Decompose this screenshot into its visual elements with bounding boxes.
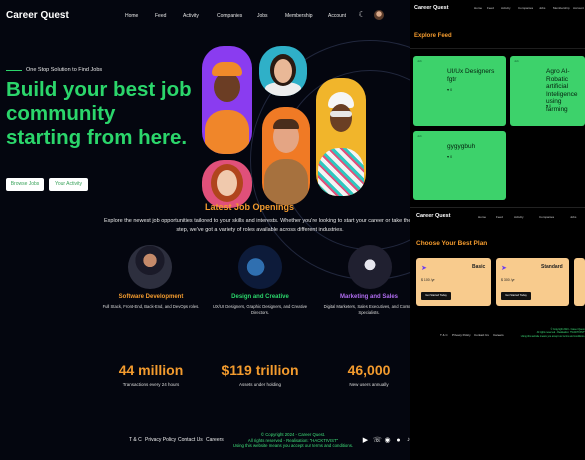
hero-photo-woman-sunglasses	[316, 78, 366, 196]
card-tag: Job	[417, 134, 422, 138]
get-started-button[interactable]: Get Started Today	[501, 292, 531, 300]
hero-photo-woman-redhead	[202, 160, 252, 208]
card-tag: Job	[514, 59, 519, 63]
plan-footer-link-terms[interactable]: T & C	[440, 333, 448, 337]
stat-label: Transactions every 24 hours	[122, 382, 180, 387]
hero-photo-man-orange-hat	[202, 46, 252, 154]
hero-title: Build your best job community starting f…	[6, 78, 192, 149]
feed-nav-jobs[interactable]: Jobs	[539, 6, 545, 10]
moon-icon[interactable]: ☾	[357, 10, 367, 20]
feed-nav-home[interactable]: Home	[474, 6, 482, 10]
plan-footer-link-privacy[interactable]: Privacy Policy	[452, 333, 471, 337]
feed-card[interactable]: Job Agro AI-Robatic artificial Inteligen…	[510, 56, 585, 126]
brand-logo[interactable]: Career Quest	[6, 10, 69, 21]
latest-jobs-description: Explore the newest job opportunities tai…	[104, 218, 416, 233]
category-description: UX/UI Designers, Graphic Designers, and …	[212, 304, 308, 315]
nav-jobs[interactable]: Jobs	[257, 13, 268, 19]
nav-account[interactable]: Account	[328, 13, 346, 19]
youtube-icon[interactable]: ▶	[362, 437, 369, 444]
plan-name: Basic	[472, 264, 486, 270]
instagram-icon[interactable]: ◉	[384, 437, 391, 444]
stat-value: 46,000	[347, 362, 391, 378]
card-likes[interactable]: ♥ 0	[447, 88, 452, 92]
plan-nav-companies[interactable]: Companies	[539, 215, 554, 219]
feed-nav-companies[interactable]: Companies	[518, 6, 533, 10]
get-started-button[interactable]: Get Started Today	[421, 292, 451, 300]
plan-nav-home[interactable]: Home	[478, 215, 486, 219]
tagline-rule	[6, 70, 22, 71]
rocket-icon: ➤	[501, 265, 507, 272]
card-likes[interactable]: ♥ 0	[546, 104, 551, 108]
explore-feed-heading: Explore Feed	[414, 33, 452, 39]
plan-card-standard: ➤ Standard $ 300 /yr Get Started Today	[496, 258, 569, 306]
like-count: 0	[549, 104, 552, 108]
card-title: UI/Ux Designers fgtr	[447, 68, 495, 83]
choose-plan-heading: Choose Your Best Plan	[416, 240, 488, 247]
whatsapp-icon[interactable]: ☏	[373, 437, 382, 444]
feed-nav-membership[interactable]: Membership	[553, 6, 570, 10]
browse-jobs-button[interactable]: Browse Jobs	[6, 178, 44, 191]
plan-name: Standard	[541, 264, 563, 270]
plan-price: $ 100 /yr	[421, 278, 435, 282]
hero-photo-man-glasses	[262, 107, 310, 205]
stat-value: $119 trillion	[221, 362, 299, 378]
your-activity-button[interactable]: Your Activity	[49, 178, 88, 191]
feed-brand-logo[interactable]: Career Quest	[414, 5, 449, 11]
marketing-sales-image	[348, 245, 392, 289]
card-title: Agro AI-Robatic artificial Inteligence u…	[546, 68, 578, 113]
hero-photo-woman-smiling	[259, 46, 307, 96]
plan-nav-jobs[interactable]: Jobs	[570, 215, 576, 219]
feed-card[interactable]: Job gygygbuh ♥ 0	[413, 131, 506, 200]
stat-value: 44 million	[118, 362, 184, 378]
category-title[interactable]: Design and Creative	[205, 294, 315, 300]
feed-divider	[410, 48, 585, 49]
like-count: 0	[450, 88, 453, 92]
like-count: 0	[450, 155, 453, 159]
footer-link-privacy[interactable]: Privacy Policy	[145, 437, 176, 443]
feed-card[interactable]: Job UI/Ux Designers fgtr ♥ 0	[413, 56, 506, 126]
user-avatar[interactable]	[374, 10, 384, 20]
nav-home[interactable]: Home	[125, 13, 138, 19]
nav-activity[interactable]: Activity	[183, 13, 199, 19]
terms-line: Using this website means you accept our …	[520, 335, 585, 338]
plan-nav-feed[interactable]: Feed	[496, 215, 503, 219]
plan-footer-copyright: © Copyright 2024 - Career Quest. All rig…	[512, 329, 585, 339]
nav-membership[interactable]: Membership	[285, 13, 313, 19]
plan-brand-logo[interactable]: Career Quest	[416, 213, 451, 219]
nav-companies[interactable]: Companies	[217, 13, 242, 19]
plan-footer-link-contact[interactable]: Contact Us	[474, 333, 489, 337]
footer-link-terms[interactable]: T & C	[129, 437, 142, 443]
feed-nav-feed[interactable]: Feed	[487, 6, 494, 10]
plan-card-basic: ➤ Basic $ 100 /yr Get Started Today	[416, 258, 491, 306]
category-title[interactable]: Software Development	[96, 294, 206, 300]
card-title: gygygbuh	[447, 143, 476, 150]
category-title[interactable]: Marketing and Sales	[314, 294, 424, 300]
plan-nav-activity[interactable]: Activity	[514, 215, 524, 219]
plan-footer-link-careers[interactable]: Careers	[493, 333, 504, 337]
nav-feed[interactable]: Feed	[155, 13, 166, 19]
feed-nav-activity[interactable]: Activity	[501, 6, 511, 10]
latest-jobs-heading: Latest Job Openings	[205, 202, 295, 212]
stat-label: Assets under holding	[238, 382, 282, 387]
design-creative-image	[238, 245, 282, 289]
card-tag: Job	[417, 59, 422, 63]
stat-label: New users annually	[349, 382, 389, 387]
plan-card-partial	[574, 258, 585, 306]
category-description: Digital Marketers, Sales Executives, and…	[323, 304, 415, 315]
facebook-icon[interactable]: ●	[395, 437, 402, 444]
feed-nav-account[interactable]: Account	[573, 6, 584, 10]
plan-price: $ 300 /yr	[501, 278, 515, 282]
category-description: Full Stack, Front-End, Back-End, and Dev…	[102, 304, 200, 309]
tagline: One Stop Solution to Find Jobs	[26, 67, 103, 73]
card-likes[interactable]: ♥ 0	[447, 155, 452, 159]
rocket-icon: ➤	[421, 265, 427, 272]
software-development-image	[128, 245, 172, 289]
